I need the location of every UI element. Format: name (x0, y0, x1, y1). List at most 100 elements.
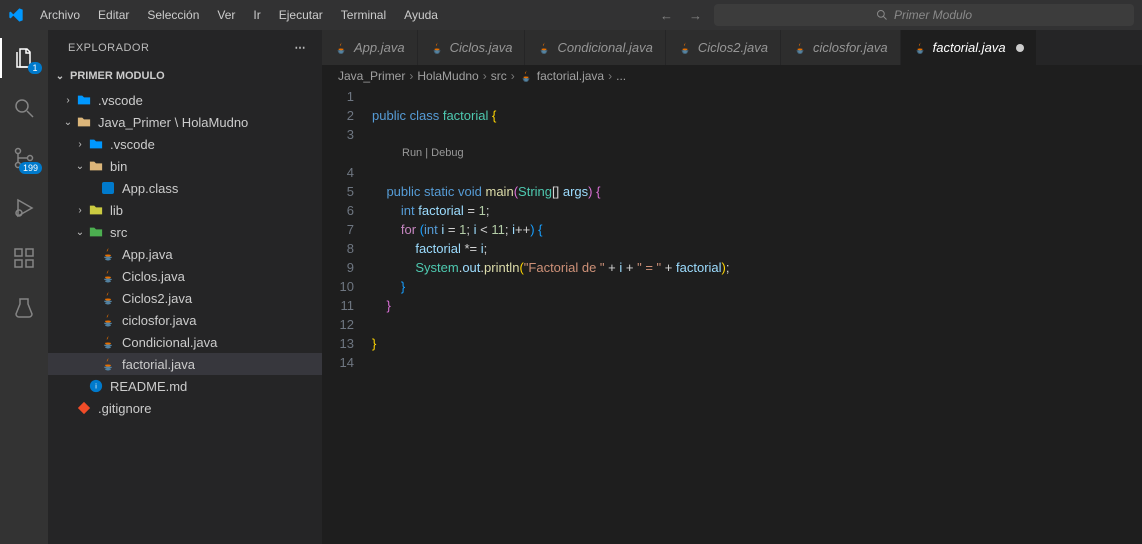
line-number: 11 (322, 296, 354, 315)
java-icon (913, 41, 927, 55)
file-icon (100, 268, 116, 284)
tree-item[interactable]: App.java (48, 243, 322, 265)
activity-search-icon[interactable] (0, 88, 48, 128)
tree-item[interactable]: ciclosfor.java (48, 309, 322, 331)
line-number: 9 (322, 258, 354, 277)
file-icon (100, 312, 116, 328)
breadcrumb-sep-icon: › (608, 69, 612, 83)
activity-debug-icon[interactable] (0, 188, 48, 228)
editor-tab[interactable]: Ciclos.java (418, 30, 526, 65)
codelens-run-debug[interactable]: Run | Debug (402, 144, 464, 163)
tree-item-label: factorial.java (122, 357, 195, 372)
breadcrumb-sep-icon: › (511, 69, 515, 83)
menu-ayuda[interactable]: Ayuda (396, 4, 446, 26)
breadcrumb-item[interactable]: src (491, 69, 507, 83)
editor-tab[interactable]: App.java (322, 30, 418, 65)
line-numbers: 1234567891011121314 (322, 87, 372, 544)
editor-area: App.java Ciclos.java Condicional.java Ciclo… (322, 30, 1142, 544)
tree-item[interactable]: Ciclos2.java (48, 287, 322, 309)
chevron-icon: ⌄ (72, 227, 88, 238)
tree-item[interactable]: ⌄ src (48, 221, 322, 243)
tab-label: Ciclos.java (450, 40, 513, 55)
tree-item[interactable]: Condicional.java (48, 331, 322, 353)
menu-editar[interactable]: Editar (90, 4, 137, 26)
java-icon (430, 41, 444, 55)
java-icon (537, 41, 551, 55)
activity-explorer-icon[interactable]: 1 (0, 38, 48, 78)
activity-extensions-icon[interactable] (0, 238, 48, 278)
line-number: 7 (322, 220, 354, 239)
tree-item[interactable]: ⌄Java_Primer \ HolaMudno (48, 111, 322, 133)
activity-source-control-icon[interactable]: 199 (0, 138, 48, 178)
tree-item-label: App.java (122, 247, 173, 262)
editor-tab[interactable]: Ciclos2.java (666, 30, 781, 65)
breadcrumb-item[interactable]: factorial.java (537, 69, 604, 83)
editor-tabs: App.java Ciclos.java Condicional.java Ciclo… (322, 30, 1142, 65)
tree-item[interactable]: App.class (48, 177, 322, 199)
editor-tab[interactable]: ciclosfor.java (781, 30, 901, 65)
breadcrumb-item[interactable]: ... (616, 69, 626, 83)
file-icon (88, 224, 104, 240)
tree-item[interactable]: › lib (48, 199, 322, 221)
menu-ver[interactable]: Ver (209, 4, 243, 26)
editor-tab[interactable]: factorial.java (901, 30, 1037, 65)
nav-back-icon[interactable]: ← (660, 8, 673, 23)
tab-label: Condicional.java (557, 40, 652, 55)
tree-item[interactable]: ›.vscode (48, 89, 322, 111)
breadcrumb-item[interactable]: Java_Primer (338, 69, 405, 83)
tree-item-label: README.md (110, 379, 187, 394)
menu-selección[interactable]: Selección (139, 4, 207, 26)
code-editor[interactable]: 1234567891011121314 public class factori… (322, 87, 1142, 544)
line-number: 4 (322, 163, 354, 182)
tab-label: App.java (354, 40, 405, 55)
tree-item[interactable]: Ciclos.java (48, 265, 322, 287)
chevron-down-icon: ⌄ (52, 71, 68, 82)
tree-item-label: Ciclos2.java (122, 291, 192, 306)
sidebar-more-icon[interactable]: ⋯ (295, 41, 307, 54)
code-content[interactable]: public class factorial { Run | Debug pub… (372, 87, 1142, 544)
activity-testing-icon[interactable] (0, 288, 48, 328)
tree-item-label: Condicional.java (122, 335, 217, 350)
menu-ir[interactable]: Ir (245, 4, 268, 26)
menu-terminal[interactable]: Terminal (333, 4, 394, 26)
line-number: 14 (322, 353, 354, 372)
file-icon (100, 180, 116, 196)
breadcrumb-sep-icon: › (483, 69, 487, 83)
menu-archivo[interactable]: Archivo (32, 4, 88, 26)
line-number: 12 (322, 315, 354, 334)
search-placeholder: Primer Modulo (894, 8, 972, 22)
tree-item[interactable]: iREADME.md (48, 375, 322, 397)
editor-tab[interactable]: Condicional.java (525, 30, 665, 65)
file-icon (76, 400, 92, 416)
vscode-logo-icon (8, 7, 24, 23)
tree-item-label: src (110, 225, 127, 240)
section-header[interactable]: ⌄ PRIMER MODULO (48, 65, 322, 87)
sidebar-title: EXPLORADOR (68, 42, 149, 54)
scm-badge: 199 (19, 162, 42, 174)
tree-item-label: bin (110, 159, 127, 174)
dirty-indicator-icon (1016, 44, 1024, 52)
tree-item-label: .vscode (110, 137, 155, 152)
sidebar-header: EXPLORADOR ⋯ (48, 30, 322, 65)
file-icon (100, 356, 116, 372)
tree-item-label: ciclosfor.java (122, 313, 196, 328)
tree-item[interactable]: ›.vscode (48, 133, 322, 155)
tree-item-label: lib (110, 203, 123, 218)
chevron-icon: › (72, 205, 88, 216)
menu-ejecutar[interactable]: Ejecutar (271, 4, 331, 26)
tree-item[interactable]: factorial.java (48, 353, 322, 375)
command-center-search[interactable]: Primer Modulo (714, 4, 1134, 26)
tree-item[interactable]: .gitignore (48, 397, 322, 419)
tree-item[interactable]: ⌄bin (48, 155, 322, 177)
nav-forward-icon[interactable]: → (689, 8, 702, 23)
line-number: 5 (322, 182, 354, 201)
title-bar: ArchivoEditarSelecciónVerIrEjecutarTermi… (0, 0, 1142, 30)
file-icon (100, 290, 116, 306)
tab-label: ciclosfor.java (813, 40, 888, 55)
java-icon (678, 41, 692, 55)
breadcrumb-item[interactable]: HolaMudno (417, 69, 478, 83)
line-number: 13 (322, 334, 354, 353)
tree-item-label: Ciclos.java (122, 269, 185, 284)
java-icon (519, 69, 533, 83)
breadcrumb[interactable]: Java_Primer › HolaMudno › src › factorial.java… (322, 65, 1142, 87)
